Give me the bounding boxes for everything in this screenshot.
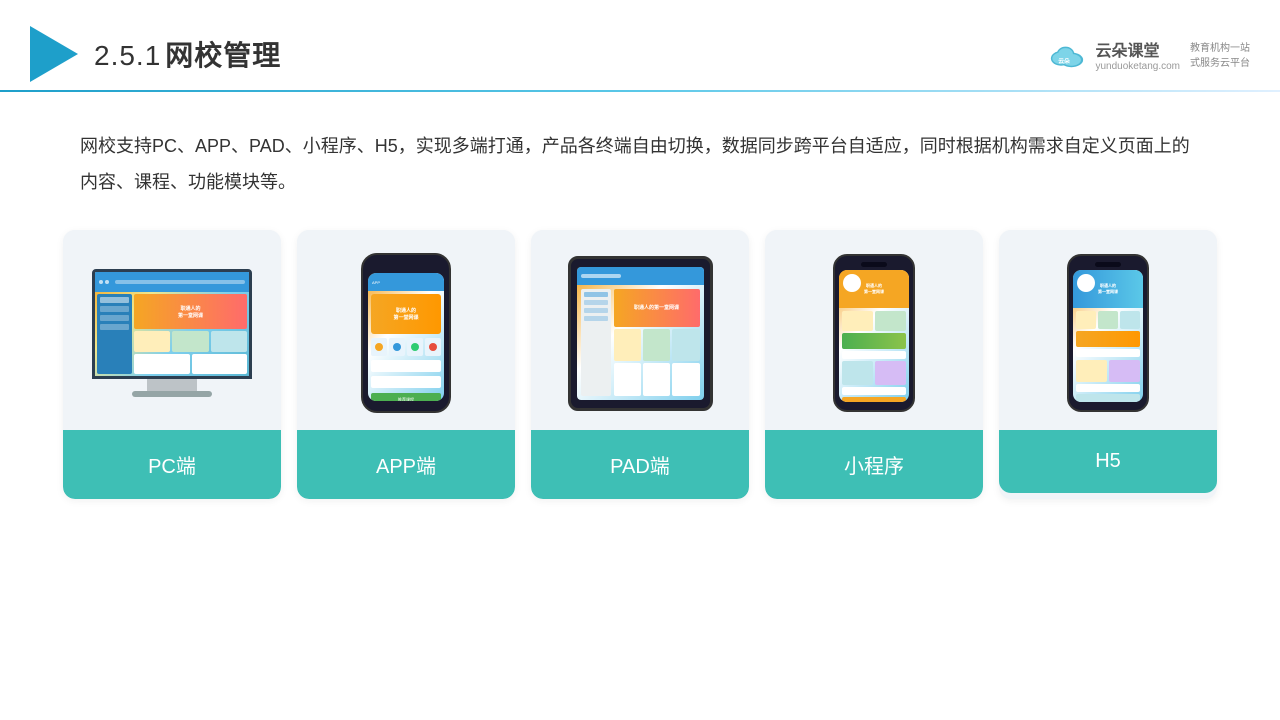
card-h5: 职通人的第一堂网课 bbox=[999, 230, 1217, 499]
pc-mockup: 职通人的第一堂网课 bbox=[92, 269, 252, 397]
card-app-image: APP 职通人的第一堂网课 bbox=[297, 230, 515, 430]
monitor-screen: 职通人的第一堂网课 bbox=[92, 269, 252, 379]
card-h5-image: 职通人的第一堂网课 bbox=[999, 230, 1217, 430]
header-left: 2.5.1网校管理 bbox=[30, 26, 281, 82]
card-app-label: APP端 bbox=[297, 430, 515, 499]
logo-icon bbox=[30, 26, 78, 82]
card-pc-label: PC端 bbox=[63, 430, 281, 499]
card-app: APP 职通人的第一堂网课 bbox=[297, 230, 515, 499]
card-pc: 职通人的第一堂网课 bbox=[63, 230, 281, 499]
card-h5-label: H5 bbox=[999, 430, 1217, 493]
page-title: 2.5.1网校管理 bbox=[94, 34, 281, 74]
card-miniprogram-image: 职通人的第一堂网课 bbox=[765, 230, 983, 430]
card-pad-image: 职通人的第一堂网课 bbox=[531, 230, 749, 430]
cloud-icon: 云朵 bbox=[1045, 39, 1089, 69]
brand-area: 云朵 云朵课堂 yunduoketang.com 教育机构一站 式服务云平台 bbox=[1045, 37, 1250, 72]
miniprogram-phone-mockup: 职通人的第一堂网课 bbox=[833, 254, 915, 412]
brand-slogan2: 式服务云平台 bbox=[1190, 54, 1250, 69]
h5-phone-mockup: 职通人的第一堂网课 bbox=[1067, 254, 1149, 412]
description-text: 网校支持PC、APP、PAD、小程序、H5，实现多端打通，产品各终端自由切换，数… bbox=[0, 92, 1280, 220]
brand-name: 云朵课堂 bbox=[1095, 37, 1180, 61]
cards-container: 职通人的第一堂网课 bbox=[0, 220, 1280, 519]
header: 2.5.1网校管理 云朵 云朵课堂 yunduoketang.com 教育机构一… bbox=[0, 0, 1280, 90]
brand-url: yunduoketang.com bbox=[1095, 61, 1180, 72]
app-phone-mockup: APP 职通人的第一堂网课 bbox=[361, 253, 451, 413]
card-miniprogram: 职通人的第一堂网课 bbox=[765, 230, 983, 499]
pad-mockup: 职通人的第一堂网课 bbox=[568, 256, 713, 411]
brand-logo: 云朵 云朵课堂 yunduoketang.com 教育机构一站 式服务云平台 bbox=[1045, 37, 1250, 72]
card-pad-label: PAD端 bbox=[531, 430, 749, 499]
card-pad: 职通人的第一堂网课 bbox=[531, 230, 749, 499]
card-pc-image: 职通人的第一堂网课 bbox=[63, 230, 281, 430]
card-miniprogram-label: 小程序 bbox=[765, 430, 983, 499]
brand-slogan1: 教育机构一站 bbox=[1190, 39, 1250, 54]
